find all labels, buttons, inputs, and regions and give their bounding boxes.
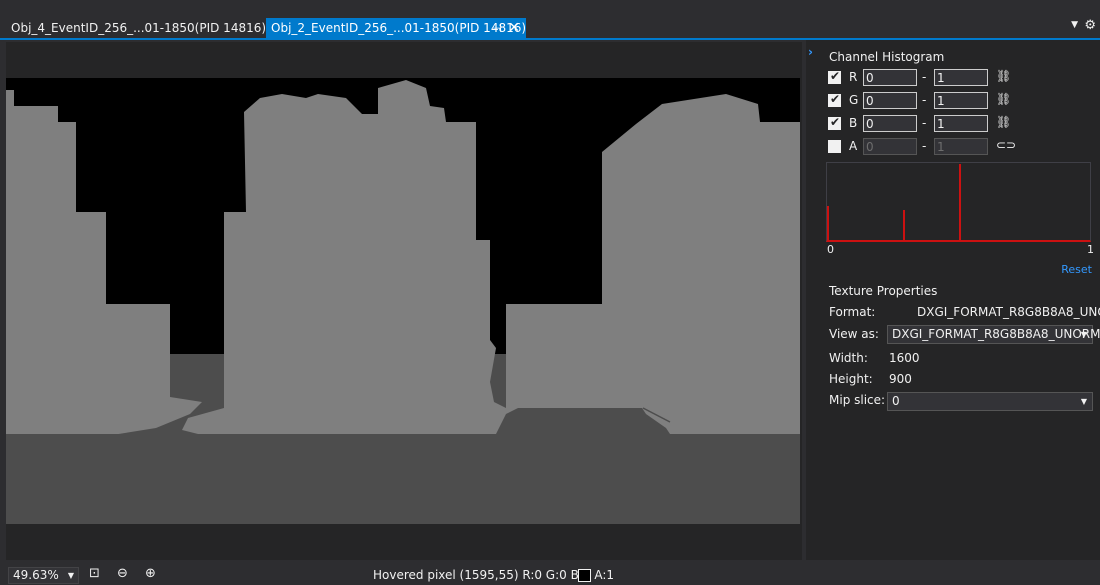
channel-g-min-input[interactable] xyxy=(863,92,917,109)
channel-g-label: G xyxy=(849,93,859,107)
zoom-out-icon[interactable]: ⊖ xyxy=(117,566,128,581)
mip-slice-select[interactable]: 0 ▼ xyxy=(887,392,1093,411)
tab-obj-4[interactable]: Obj_4_EventID_256_...01-1850(PID 14816) xyxy=(0,18,266,39)
channel-g-checkbox[interactable]: ✔ xyxy=(828,92,841,107)
chevron-right-icon[interactable]: › xyxy=(808,45,813,59)
pin-icon[interactable]: ⊣ xyxy=(492,18,502,39)
chevron-down-icon: ▼ xyxy=(1080,330,1087,339)
channel-b-checkbox[interactable]: ✔ xyxy=(828,115,841,130)
format-value: DXGI_FORMAT_R8G8B8A8_UNORM xyxy=(917,305,1100,319)
format-label: Format: xyxy=(829,305,876,319)
range-dash: - xyxy=(922,70,927,84)
range-dash: - xyxy=(922,93,927,107)
reset-link[interactable]: Reset xyxy=(1061,263,1092,276)
tab-label: Obj_2_EventID_256_...01-1850(PID 14816) xyxy=(271,21,527,35)
channel-r-label: R xyxy=(849,70,858,84)
channel-b-label: B xyxy=(849,116,858,130)
gear-icon[interactable]: ⚙ xyxy=(1084,18,1096,33)
tab-obj-2[interactable]: Obj_2_EventID_256_...01-1850(PID 14816) … xyxy=(266,18,526,39)
channel-row-r: ✔ R - ⛓ xyxy=(828,69,1098,87)
histogram-title: Channel Histogram xyxy=(829,50,945,64)
zoom-fit-icon[interactable]: ⊡ xyxy=(89,566,100,581)
channel-r-min-input[interactable] xyxy=(863,69,917,86)
view-as-select[interactable]: DXGI_FORMAT_R8G8B8A8_UNORM ▼ xyxy=(887,325,1100,344)
channel-a-label: A xyxy=(849,139,858,153)
channel-a-max-input xyxy=(934,138,988,155)
properties-panel: › Channel Histogram ✔ R - ⛓ ✔ G - ⛓ ✔ B … xyxy=(806,40,1100,560)
zoom-in-icon[interactable]: ⊕ xyxy=(145,566,156,581)
chevron-down-icon: ▼ xyxy=(1080,397,1087,406)
texture-viewport[interactable] xyxy=(6,42,802,560)
chevron-down-icon: ▼ xyxy=(67,571,74,580)
mip-slice-value: 0 xyxy=(892,394,900,408)
histogram-bar xyxy=(827,206,829,240)
link-icon[interactable]: ⛓ xyxy=(996,92,1011,106)
view-as-label: View as: xyxy=(829,327,879,341)
document-tab-strip: Obj_4_EventID_256_...01-1850(PID 14816) … xyxy=(0,0,1100,40)
histogram-bar xyxy=(959,164,961,240)
texture-image xyxy=(6,78,800,524)
close-icon[interactable]: ✕ xyxy=(508,18,520,39)
status-bar: 49.63% ▼ ⊡ ⊖ ⊕ Hovered pixel (1595,55) R… xyxy=(0,563,1100,585)
histogram-plot xyxy=(826,162,1091,242)
channel-row-g: ✔ G - ⛓ xyxy=(828,92,1098,110)
channel-b-min-input[interactable] xyxy=(863,115,917,132)
channel-row-b: ✔ B - ⛓ xyxy=(828,115,1098,133)
texture-floor xyxy=(6,434,800,524)
channel-r-checkbox[interactable]: ✔ xyxy=(828,69,841,84)
width-value: 1600 xyxy=(889,351,920,365)
texture-properties-title: Texture Properties xyxy=(829,284,938,298)
chevron-down-icon[interactable]: ▼ xyxy=(1071,20,1078,30)
histogram-bar xyxy=(903,210,905,240)
channel-row-a: A - ⊂⊃ xyxy=(828,138,1098,156)
channel-a-min-input xyxy=(863,138,917,155)
height-label: Height: xyxy=(829,372,873,386)
mip-slice-label: Mip slice: xyxy=(829,393,886,407)
range-dash: - xyxy=(922,139,927,153)
channel-r-max-input[interactable] xyxy=(934,69,988,86)
channel-a-checkbox[interactable] xyxy=(828,140,841,153)
hovered-pixel-swatch xyxy=(578,569,591,582)
zoom-value: 49.63% xyxy=(13,568,59,582)
range-dash: - xyxy=(922,116,927,130)
height-value: 900 xyxy=(889,372,912,386)
link-icon[interactable]: ⛓ xyxy=(996,69,1011,83)
view-as-value: DXGI_FORMAT_R8G8B8A8_UNORM xyxy=(892,327,1100,341)
channel-g-max-input[interactable] xyxy=(934,92,988,109)
histogram-axis-max: 1 xyxy=(1087,243,1094,256)
histogram-axis-min: 0 xyxy=(827,243,834,256)
width-label: Width: xyxy=(829,351,868,365)
channel-b-max-input[interactable] xyxy=(934,115,988,132)
broken-link-icon[interactable]: ⊂⊃ xyxy=(996,138,1016,152)
zoom-select[interactable]: 49.63% ▼ xyxy=(8,567,79,584)
link-icon[interactable]: ⛓ xyxy=(996,115,1011,129)
tab-label: Obj_4_EventID_256_...01-1850(PID 14816) xyxy=(11,21,267,35)
